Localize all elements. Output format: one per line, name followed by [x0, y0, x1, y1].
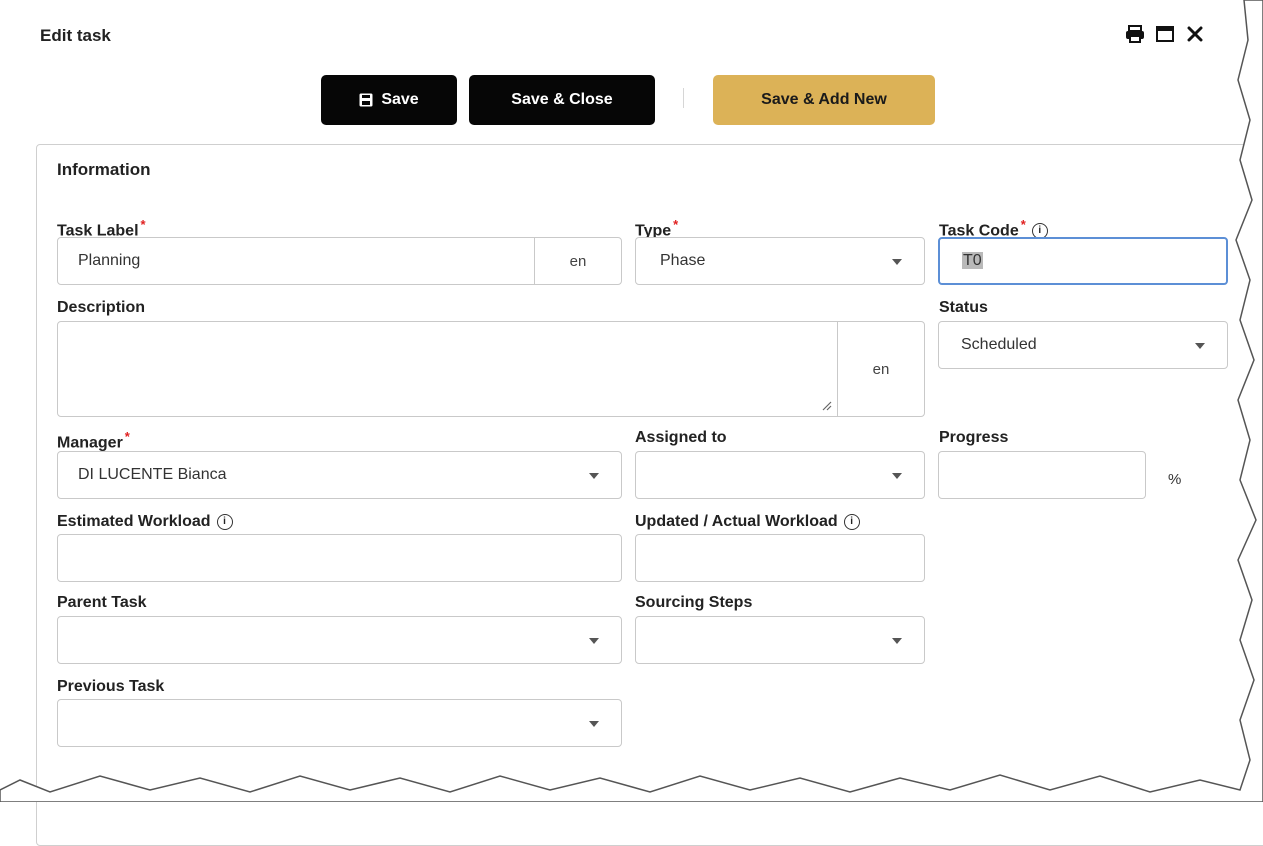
chevron-down-icon: [589, 721, 599, 727]
status-select[interactable]: Scheduled: [938, 321, 1228, 369]
required-marker: *: [673, 217, 679, 232]
actual-workload-input[interactable]: [635, 534, 925, 582]
chevron-down-icon: [892, 259, 902, 265]
save-button-label: Save: [381, 91, 419, 108]
manager-value: DI LUCENTE Bianca: [78, 466, 227, 483]
progress-label: Progress: [939, 429, 1009, 446]
required-marker: *: [1020, 217, 1026, 232]
save-close-button-label: Save & Close: [511, 91, 613, 108]
description-label: Description: [57, 299, 146, 316]
window-title: Edit task: [40, 26, 111, 45]
previous-task-select[interactable]: [57, 699, 622, 747]
info-icon[interactable]: i: [216, 513, 233, 530]
estimated-workload-label-text: Estimated Workload: [57, 513, 211, 530]
progress-input[interactable]: [938, 451, 1146, 499]
manager-label: Manager *: [57, 429, 130, 452]
chevron-down-icon: [892, 473, 902, 479]
type-select[interactable]: Phase: [635, 237, 925, 285]
print-icon[interactable]: [1125, 24, 1145, 44]
actual-workload-label-text: Updated / Actual Workload: [635, 513, 838, 530]
chevron-down-icon: [892, 638, 902, 644]
section-title: Information: [57, 160, 151, 179]
status-label: Status: [939, 299, 988, 316]
toolbar-separator: [683, 88, 684, 108]
previous-task-label: Previous Task: [57, 678, 165, 695]
assigned-to-label: Assigned to: [635, 429, 727, 446]
assigned-to-select[interactable]: [635, 451, 925, 499]
description-lang-button[interactable]: en: [837, 322, 924, 416]
floppy-disk-icon: [359, 93, 373, 107]
description-textarea[interactable]: en: [57, 321, 925, 417]
sourcing-steps-label: Sourcing Steps: [635, 594, 753, 611]
progress-unit: %: [1168, 471, 1182, 488]
parent-task-select[interactable]: [57, 616, 622, 664]
required-marker: *: [140, 217, 146, 232]
save-add-new-button[interactable]: Save & Add New: [713, 75, 935, 125]
task-label-lang-button[interactable]: en: [534, 238, 621, 284]
task-code-value: T0: [962, 252, 983, 269]
sourcing-steps-select[interactable]: [635, 616, 925, 664]
chevron-down-icon: [589, 473, 599, 479]
parent-task-label: Parent Task: [57, 594, 147, 611]
save-add-new-button-label: Save & Add New: [761, 91, 887, 108]
estimated-workload-input[interactable]: [57, 534, 622, 582]
task-label-input[interactable]: Planning en: [57, 237, 622, 285]
maximize-icon[interactable]: [1155, 24, 1175, 44]
save-button[interactable]: Save: [321, 75, 457, 125]
save-close-button[interactable]: Save & Close: [469, 75, 655, 125]
manager-select[interactable]: DI LUCENTE Bianca: [57, 451, 622, 499]
required-marker: *: [124, 429, 130, 444]
actual-workload-label: Updated / Actual Workload i: [635, 513, 860, 531]
status-value: Scheduled: [961, 336, 1037, 353]
chevron-down-icon: [1195, 343, 1205, 349]
resize-handle-icon[interactable]: [820, 399, 832, 411]
window-controls: [1125, 24, 1205, 44]
manager-label-text: Manager: [57, 434, 123, 452]
info-icon[interactable]: i: [843, 513, 860, 530]
task-code-input[interactable]: T0: [938, 237, 1228, 285]
close-icon[interactable]: [1185, 24, 1205, 44]
chevron-down-icon: [589, 638, 599, 644]
estimated-workload-label: Estimated Workload i: [57, 513, 233, 531]
type-value: Phase: [660, 252, 706, 269]
